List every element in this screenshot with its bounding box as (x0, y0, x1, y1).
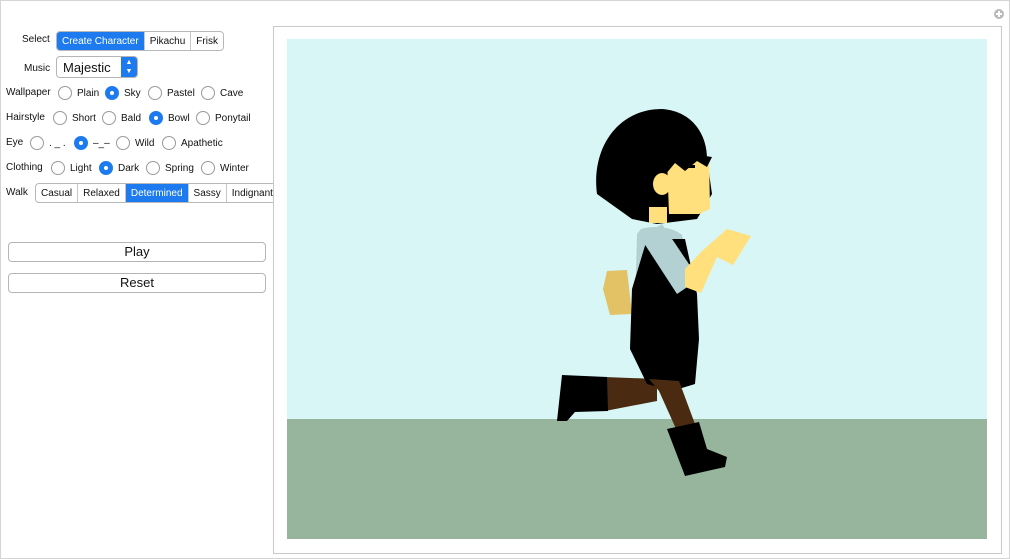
eye-radio-dash[interactable] (74, 136, 88, 150)
select-option-pikachu[interactable]: Pikachu (145, 32, 192, 50)
reset-button[interactable]: Reset (8, 273, 266, 293)
hairstyle-option-label: Short (72, 113, 96, 124)
wallpaper-radio-pastel[interactable] (148, 86, 162, 100)
walk-option-casual[interactable]: Casual (36, 184, 79, 202)
wallpaper-label: Wallpaper (6, 87, 51, 98)
expand-icon[interactable] (994, 9, 1004, 19)
clothing-option-label: Light (70, 163, 92, 174)
hairstyle-radio-bald[interactable] (102, 111, 116, 125)
walk-option-relaxed[interactable]: Relaxed (78, 184, 126, 202)
hairstyle-label: Hairstyle (6, 112, 45, 123)
clothing-label: Clothing (6, 162, 43, 173)
wallpaper-radio-plain[interactable] (58, 86, 72, 100)
eye-radio-dot[interactable] (30, 136, 44, 150)
hairstyle-option-label: Ponytail (215, 113, 251, 124)
eye-dash (681, 165, 695, 168)
eye-label: Eye (6, 137, 24, 148)
hairstyle-option-label: Bowl (168, 113, 190, 124)
eye-option-label: Apathetic (181, 138, 223, 149)
clothing-radio-light[interactable] (51, 161, 65, 175)
character-scene (287, 39, 987, 539)
wallpaper-option-label: Plain (77, 88, 100, 99)
neck (649, 207, 667, 223)
select-label: Select (22, 34, 50, 45)
clothing-radio-spring[interactable] (146, 161, 160, 175)
walk-segmented-control: Casual Relaxed Determined Sassy Indignan… (35, 183, 279, 203)
clothing-option-label: Spring (165, 163, 194, 174)
hairstyle-radio-ponytail[interactable] (196, 111, 210, 125)
eye-radio-wild[interactable] (116, 136, 130, 150)
updown-arrows-icon: ▲ ▼ (121, 57, 137, 77)
wallpaper-radio-cave[interactable] (201, 86, 215, 100)
walk-option-determined[interactable]: Determined (125, 184, 189, 202)
wallpaper-radio-sky[interactable] (105, 86, 119, 100)
hairstyle-radio-short[interactable] (53, 111, 67, 125)
eye-radio-apathetic[interactable] (162, 136, 176, 150)
eye-option-label: –_– (93, 138, 110, 149)
music-label: Music (24, 63, 51, 74)
ear (653, 173, 671, 195)
clothing-option-label: Dark (118, 163, 140, 174)
walk-option-sassy[interactable]: Sassy (189, 184, 227, 202)
hairstyle-option-label: Bald (121, 113, 142, 124)
play-button[interactable]: Play (8, 242, 266, 262)
ground (287, 419, 987, 539)
hairstyle-radio-bowl[interactable] (149, 111, 163, 125)
walk-label: Walk (6, 187, 28, 198)
wallpaper-option-label: Pastel (167, 88, 195, 99)
clothing-option-label: Winter (220, 163, 249, 174)
eye-option-label: . _ . (49, 138, 66, 149)
eye-option-label: Wild (135, 138, 155, 149)
wallpaper-option-label: Sky (124, 88, 141, 99)
wallpaper-option-label: Cave (220, 88, 244, 99)
app-window: Select Create Character Pikachu Frisk Mu… (0, 0, 1010, 559)
music-dropdown[interactable]: Majestic ▲ ▼ (56, 56, 138, 78)
clothing-radio-dark[interactable] (99, 161, 113, 175)
select-segmented-control: Create Character Pikachu Frisk (56, 31, 224, 51)
walk-option-indignant[interactable]: Indignant (227, 184, 278, 202)
clothing-radio-winter[interactable] (201, 161, 215, 175)
music-value: Majestic (63, 60, 111, 75)
select-option-create-character[interactable]: Create Character (57, 32, 145, 50)
select-option-frisk[interactable]: Frisk (191, 32, 223, 50)
